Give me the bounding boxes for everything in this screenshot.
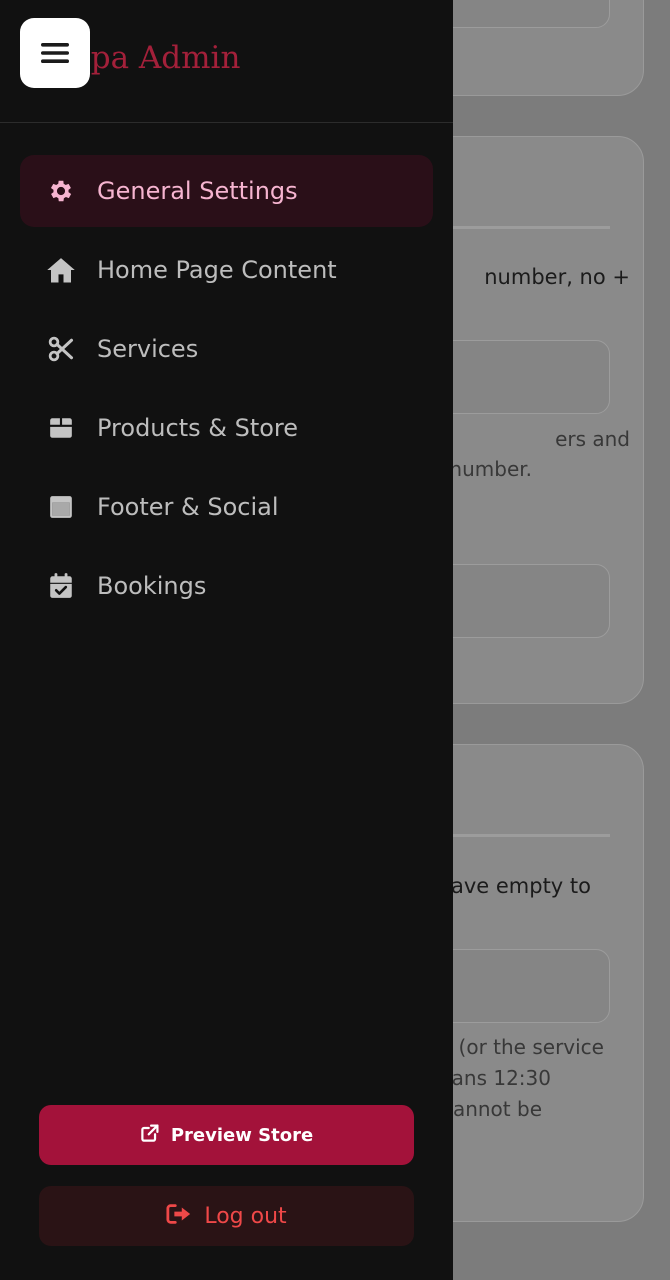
preview-store-button[interactable]: Preview Store [39, 1105, 414, 1165]
home-icon [46, 255, 76, 285]
external-link-icon [140, 1123, 159, 1147]
sidebar-nav: General Settings Home Page Content Servi… [20, 155, 433, 629]
sidebar-item-label: Services [97, 335, 199, 363]
sidebar-item-label: Home Page Content [97, 256, 337, 284]
preview-store-label: Preview Store [170, 1124, 314, 1146]
logout-icon [166, 1203, 192, 1229]
sidebar-item-label: Products & Store [97, 414, 299, 442]
sidebar-item-services[interactable]: Services [20, 313, 433, 385]
box-icon [46, 413, 76, 443]
calendar-check-icon [46, 571, 76, 601]
scissors-icon [46, 334, 76, 364]
sidebar-item-footer-social[interactable]: Footer & Social [20, 471, 433, 543]
sidebar-item-label: Footer & Social [97, 493, 279, 521]
navigation-drawer: rspa Admin General Settings Home Page Co… [0, 0, 453, 1280]
hamburger-menu-icon [41, 41, 69, 65]
logout-label: Log out [204, 1203, 287, 1229]
sidebar-item-products-store[interactable]: Products & Store [20, 392, 433, 464]
sidebar-item-home-page-content[interactable]: Home Page Content [20, 234, 433, 306]
sidebar-item-general-settings[interactable]: General Settings [20, 155, 433, 227]
window-icon [46, 492, 76, 522]
logout-button[interactable]: Log out [39, 1186, 414, 1246]
sidebar-item-bookings[interactable]: Bookings [20, 550, 433, 622]
gear-icon [46, 176, 76, 206]
sidebar-item-label: Bookings [97, 572, 207, 600]
menu-toggle-button[interactable] [20, 18, 90, 88]
sidebar-item-label: General Settings [97, 177, 298, 205]
